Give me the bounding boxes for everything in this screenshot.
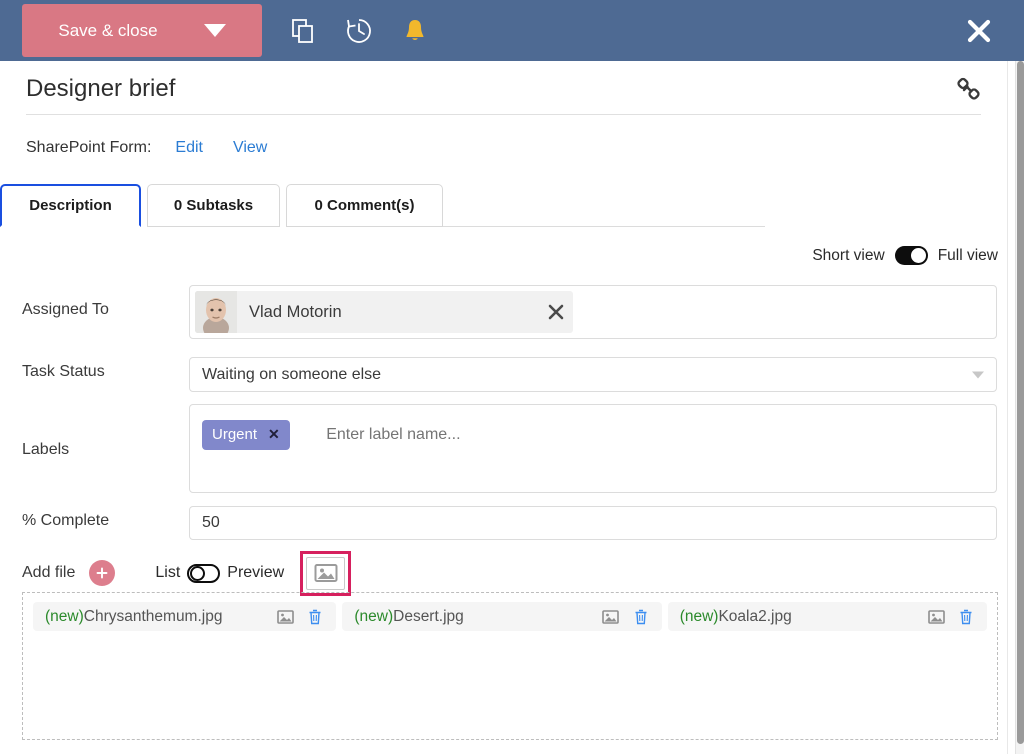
file-item[interactable]: (new) Chrysanthemum.jpg <box>33 602 336 631</box>
close-x-icon[interactable] <box>964 16 994 46</box>
labels-control: Urgent ✕ <box>189 404 997 493</box>
labels-input-area[interactable]: Urgent ✕ <box>189 404 997 493</box>
task-status-value: Waiting on someone else <box>202 366 381 384</box>
percent-complete-label: % Complete <box>22 512 109 530</box>
history-clock-icon[interactable] <box>342 14 376 48</box>
task-form-window: Save & close <box>0 0 1024 754</box>
file-status: (new) <box>354 608 393 626</box>
label-chip-text: Urgent <box>212 426 257 443</box>
image-view-button-highlight[interactable] <box>300 551 351 596</box>
sharepoint-view-link[interactable]: View <box>233 139 267 157</box>
label-chip-urgent[interactable]: Urgent ✕ <box>202 420 290 450</box>
avatar <box>195 291 237 333</box>
list-preview-switch[interactable] <box>187 564 220 583</box>
file-delete-trash-icon[interactable] <box>630 609 652 625</box>
save-and-close-label: Save & close <box>58 21 157 41</box>
labels-label: Labels <box>22 441 69 459</box>
caret-down-icon[interactable] <box>204 24 226 37</box>
tab-bar: Description 0 Subtasks 0 Comment(s) <box>0 184 1007 227</box>
tab-comments[interactable]: 0 Comment(s) <box>286 184 443 227</box>
file-name: Chrysanthemum.jpg <box>84 608 223 626</box>
file-status: (new) <box>680 608 719 626</box>
vertical-scrollbar[interactable] <box>1015 61 1024 754</box>
percent-complete-value: 50 <box>202 514 220 532</box>
task-status-control: Waiting on someone else <box>189 357 997 392</box>
file-image-picture-icon[interactable] <box>925 610 947 624</box>
file-image-picture-icon[interactable] <box>600 610 622 624</box>
file-status: (new) <box>45 608 84 626</box>
title-section: Designer brief <box>0 61 1007 118</box>
file-delete-trash-icon[interactable] <box>955 609 977 625</box>
file-name: Desert.jpg <box>393 608 464 626</box>
person-chip[interactable]: Vlad Motorin <box>195 291 573 333</box>
scrollbar-thumb[interactable] <box>1017 61 1024 744</box>
tab-subtasks-label: 0 Subtasks <box>174 197 253 214</box>
file-item[interactable]: (new) Koala2.jpg <box>668 602 987 631</box>
tab-baseline <box>443 226 765 227</box>
percent-complete-control: 50 <box>189 506 997 540</box>
sharepoint-form-label: SharePoint Form: <box>26 139 151 157</box>
assigned-to-label: Assigned To <box>22 301 109 319</box>
assigned-to-control: Vlad Motorin <box>189 285 997 339</box>
label-remove-close-x-icon[interactable]: ✕ <box>268 426 280 443</box>
chevron-down-icon[interactable] <box>972 371 984 378</box>
percent-complete-input[interactable]: 50 <box>189 506 997 540</box>
task-status-label: Task Status <box>22 363 105 381</box>
page-title: Designer brief <box>26 75 175 103</box>
file-image-picture-icon[interactable] <box>274 610 296 624</box>
add-file-plus-icon[interactable] <box>89 560 115 586</box>
tab-description-label: Description <box>29 197 112 214</box>
tab-comments-label: 0 Comment(s) <box>314 197 414 214</box>
assigned-to-input[interactable]: Vlad Motorin <box>189 285 997 339</box>
person-name: Vlad Motorin <box>249 303 539 322</box>
header-icon-group <box>286 14 432 48</box>
tab-subtasks[interactable]: 0 Subtasks <box>147 184 280 227</box>
list-preview-toggle[interactable]: List Preview <box>155 564 284 583</box>
bell-notification-icon[interactable] <box>398 14 432 48</box>
preview-toggle-label: Preview <box>227 564 284 582</box>
sharepoint-edit-link[interactable]: Edit <box>175 139 203 157</box>
title-divider <box>26 114 981 115</box>
file-name: Koala2.jpg <box>718 608 791 626</box>
label-name-input[interactable] <box>326 426 726 444</box>
add-file-label: Add file <box>22 564 75 582</box>
short-view-label: Short view <box>812 247 884 265</box>
file-list: (new) Chrysanthemum.jpg <box>33 602 987 631</box>
file-item[interactable]: (new) Desert.jpg <box>342 602 661 631</box>
window-header: Save & close <box>0 0 1024 61</box>
full-view-label: Full view <box>938 247 998 265</box>
image-picture-icon[interactable] <box>306 557 345 590</box>
content-divider <box>1007 61 1008 754</box>
file-delete-trash-icon[interactable] <box>304 609 326 625</box>
remove-person-close-x-icon[interactable] <box>539 303 573 321</box>
view-mode-toggle[interactable]: Short view Full view <box>812 246 998 265</box>
file-dropzone[interactable]: (new) Chrysanthemum.jpg <box>22 592 998 740</box>
save-and-close-button[interactable]: Save & close <box>22 4 262 57</box>
copy-icon[interactable] <box>286 14 320 48</box>
sharepoint-form-row: SharePoint Form: Edit View <box>26 139 267 157</box>
link-chain-icon[interactable] <box>955 75 985 105</box>
view-mode-switch-knob <box>911 248 926 263</box>
tab-description[interactable]: Description <box>0 184 141 227</box>
add-file-row: Add file List Preview <box>0 552 1007 594</box>
list-preview-switch-knob <box>190 566 205 581</box>
view-mode-switch[interactable] <box>895 246 928 265</box>
list-toggle-label: List <box>155 564 180 582</box>
task-status-select[interactable]: Waiting on someone else <box>189 357 997 392</box>
